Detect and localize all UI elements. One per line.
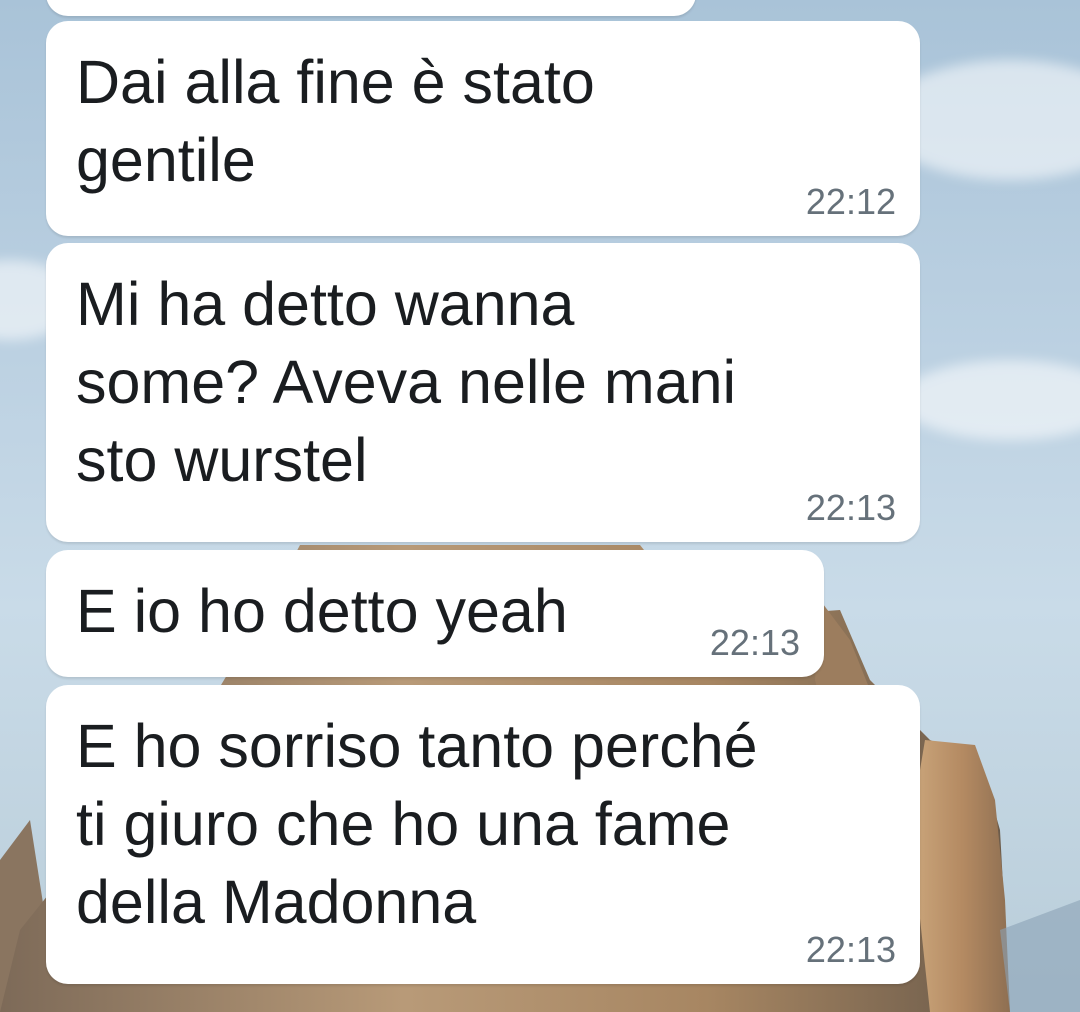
message-timestamp: 22:13 <box>805 487 896 528</box>
message-text: Mi ha detto wanna some? Aveva nelle mani… <box>76 270 737 494</box>
message-timestamp: 22:13 <box>805 929 896 970</box>
message-bubble[interactable]: Dai alla fine è stato gentile 22:12 <box>46 21 920 236</box>
message-text: Dai alla fine è stato gentile <box>76 48 595 194</box>
message-bubble[interactable]: E io ho detto yeah 22:13 <box>46 550 824 677</box>
message-bubble[interactable]: E ho sorriso tanto perché ti giuro che h… <box>46 685 920 984</box>
message-text: E io ho detto yeah <box>76 577 568 645</box>
message-text: E ho sorriso tanto perché ti giuro che h… <box>76 712 758 936</box>
message-timestamp: 22:12 <box>805 181 896 222</box>
previous-message-bubble <box>46 0 696 16</box>
message-timestamp: 22:13 <box>709 622 800 663</box>
message-bubble[interactable]: Mi ha detto wanna some? Aveva nelle mani… <box>46 243 920 542</box>
